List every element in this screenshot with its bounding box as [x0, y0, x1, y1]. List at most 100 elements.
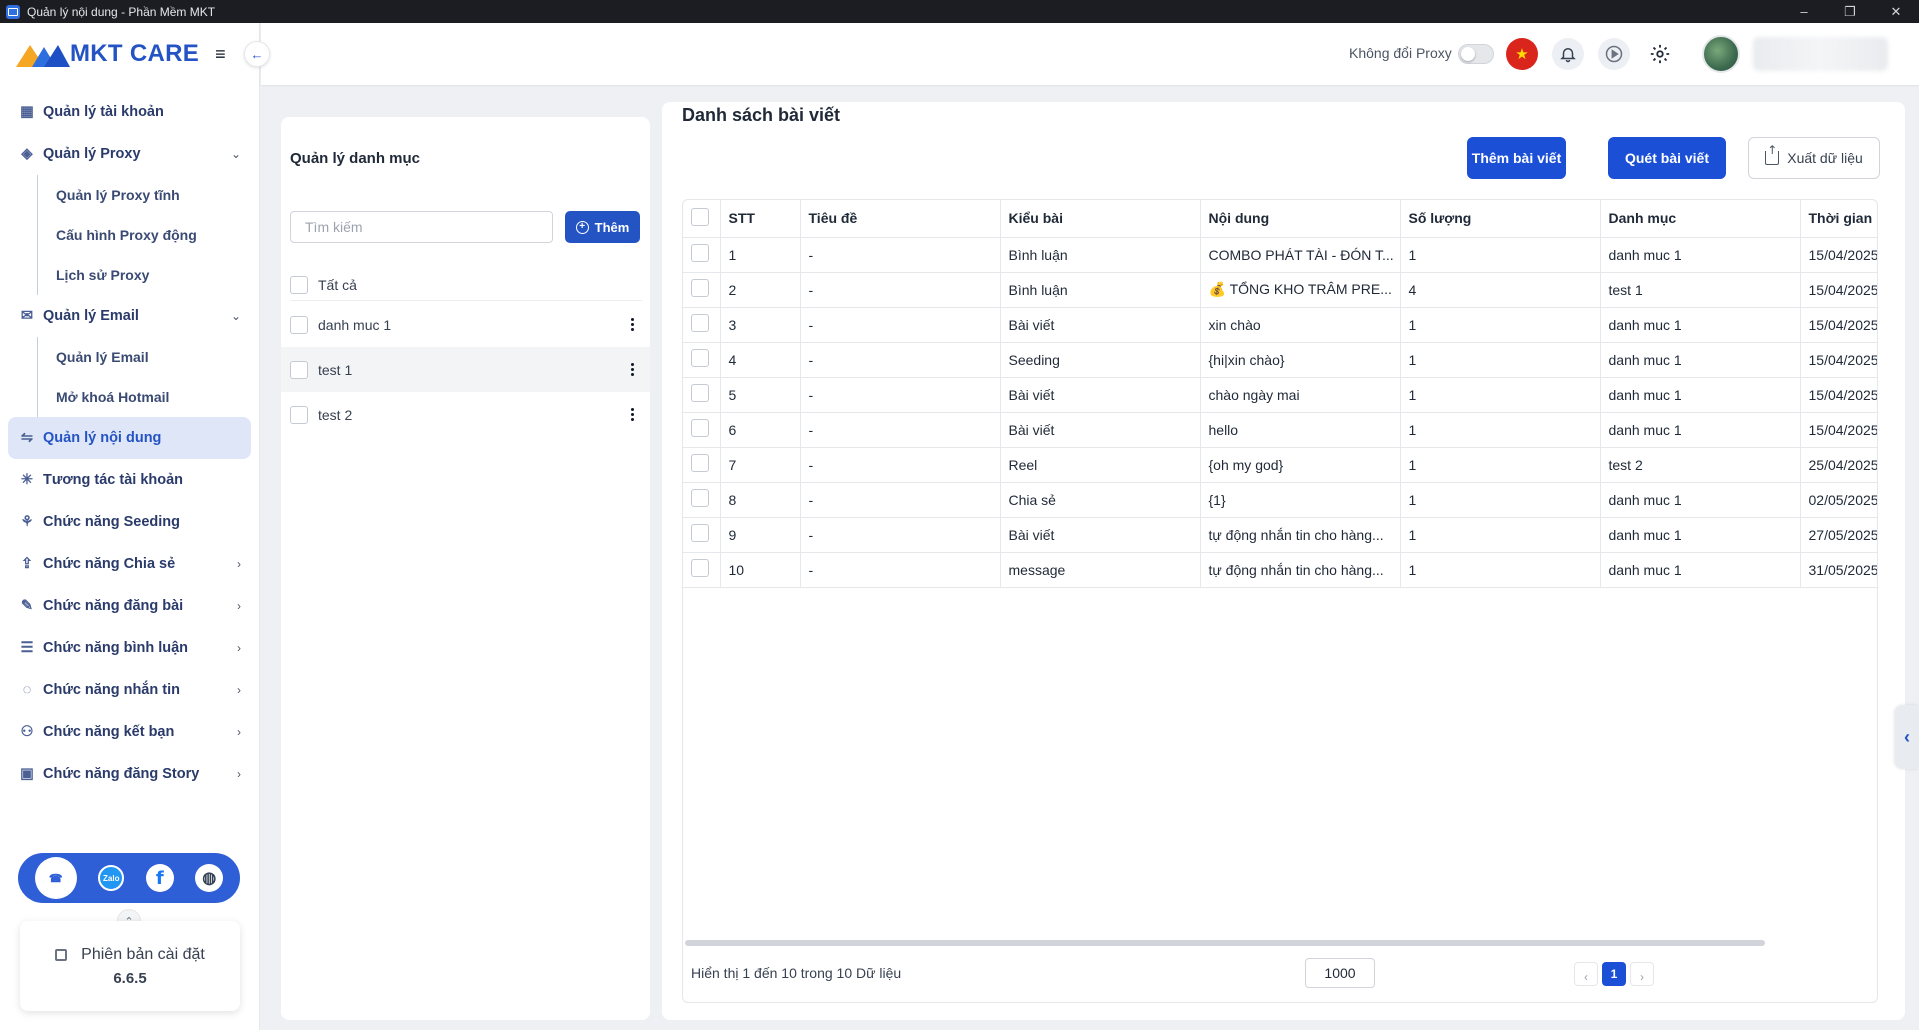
row-checkbox[interactable]: [691, 384, 709, 402]
sidebar-item-email-manage[interactable]: Quản lý Email: [38, 337, 259, 377]
window-title: Quản lý nội dung - Phần Mềm MKT: [27, 4, 216, 19]
column-header-category[interactable]: Danh mục: [1600, 200, 1801, 238]
sidebar-item-proxy-history[interactable]: Lịch sử Proxy: [38, 255, 259, 295]
export-data-button[interactable]: Xuất dữ liệu: [1748, 137, 1880, 179]
more-vertical-icon[interactable]: [628, 318, 636, 331]
row-checkbox[interactable]: [691, 244, 709, 262]
table-row[interactable]: 2- Bình luận 💰 TỔNG KHO TRÂM PRE... 4 test 1…: [683, 272, 1877, 308]
checkbox[interactable]: [290, 360, 308, 379]
sidebar-item-email[interactable]: ✉ Quản lý Email ⌄: [0, 295, 259, 337]
collapse-sidebar-button[interactable]: ←: [244, 41, 270, 67]
column-header-time[interactable]: Thời gian: [1800, 200, 1877, 238]
gear-icon[interactable]: [1644, 38, 1676, 70]
maximize-button[interactable]: ❐: [1827, 0, 1873, 23]
cell-time: 15/04/2025: [1800, 412, 1877, 448]
sidebar-item-seeding[interactable]: ⚘ Chức năng Seeding: [0, 501, 259, 543]
row-checkbox[interactable]: [691, 314, 709, 332]
user-name-blurred[interactable]: [1753, 37, 1888, 71]
table-row[interactable]: 4- Seeding {hi|xin chào} 1 danh muc 1 15/04/2…: [683, 342, 1877, 378]
table-row[interactable]: 8- Chia sẻ {1} 1 danh muc 1 02/05/2025: [683, 482, 1877, 518]
cell-category: test 2: [1600, 447, 1801, 483]
add-post-button[interactable]: Thêm bài viết: [1467, 137, 1566, 179]
hamburger-menu-icon[interactable]: ≡: [215, 44, 226, 65]
column-header-type[interactable]: Kiểu bài: [1000, 200, 1201, 238]
play-icon[interactable]: [1598, 38, 1630, 70]
headset-icon[interactable]: ☎: [34, 857, 77, 899]
row-select-cell: [683, 377, 721, 413]
checkbox[interactable]: [290, 275, 308, 294]
content-icon: ⇋: [20, 430, 34, 446]
avatar[interactable]: [1702, 35, 1740, 73]
cell-category: danh muc 1: [1600, 482, 1801, 518]
column-header-content[interactable]: Nội dung: [1200, 200, 1401, 238]
sidebar-item-unlock-hotmail[interactable]: Mở khoá Hotmail: [38, 377, 259, 417]
table-header-row: STT Tiêu đề Kiểu bài Nội dung Số lượng D…: [683, 200, 1877, 238]
row-checkbox[interactable]: [691, 349, 709, 367]
sidebar-item-account[interactable]: ▦ Quản lý tài khoản: [0, 91, 259, 133]
sidebar-item-story[interactable]: ▣ Chức năng đăng Story ›: [0, 753, 259, 795]
list-item[interactable]: danh muc 1: [281, 302, 650, 347]
prev-page-button[interactable]: ‹: [1574, 962, 1598, 986]
cell-content: {1}: [1200, 482, 1401, 518]
table-row[interactable]: 5- Bài viết chào ngày mai 1 danh muc 1 15/04/…: [683, 377, 1877, 413]
scan-post-button[interactable]: Quét bài viết: [1608, 137, 1726, 179]
sidebar-item-post[interactable]: ✎ Chức năng đăng bài ›: [0, 585, 259, 627]
sidebar-item-content[interactable]: ⇋ Quản lý nội dung: [8, 417, 251, 459]
row-checkbox[interactable]: [691, 454, 709, 472]
proxy-toggle[interactable]: [1458, 44, 1494, 64]
vietnam-flag-icon[interactable]: ★: [1506, 38, 1538, 70]
checkbox[interactable]: [290, 405, 308, 424]
table-row[interactable]: 7- Reel {oh my god} 1 test 2 25/04/2025: [683, 447, 1877, 483]
table-row[interactable]: 10- message tự động nhắn tin cho hàng... 1 d…: [683, 552, 1877, 588]
more-vertical-icon[interactable]: [628, 408, 636, 421]
zalo-icon[interactable]: Zalo: [98, 865, 125, 891]
sidebar-item-interaction[interactable]: ✳ Tương tác tài khoản: [0, 459, 259, 501]
globe-icon[interactable]: ◍: [195, 864, 224, 892]
column-header-stt[interactable]: STT: [720, 200, 801, 238]
horizontal-scrollbar[interactable]: [685, 940, 1765, 946]
category-all-row[interactable]: Tất cả: [290, 269, 642, 301]
next-page-button[interactable]: ›: [1630, 962, 1654, 986]
row-checkbox[interactable]: [691, 279, 709, 297]
checkbox[interactable]: [290, 315, 308, 334]
proxy-submenu: Quản lý Proxy tĩnh Cấu hình Proxy động L…: [37, 175, 259, 295]
sidebar-item-message[interactable]: ◌ Chức năng nhắn tin ›: [0, 669, 259, 711]
cell-title: -: [800, 552, 1001, 588]
column-header-title[interactable]: Tiêu đề: [800, 200, 1001, 238]
cell-time: 15/04/2025: [1800, 377, 1877, 413]
row-checkbox[interactable]: [691, 419, 709, 437]
sidebar-item-proxy[interactable]: ◈ Quản lý Proxy ⌄: [0, 133, 259, 175]
cell-stt: 5: [720, 377, 801, 413]
row-checkbox[interactable]: [691, 559, 709, 577]
sidebar-item-label: Chức năng đăng bài: [43, 598, 184, 614]
list-item[interactable]: test 2: [281, 392, 650, 437]
sidebar-item-comment[interactable]: ☰ Chức năng bình luận ›: [0, 627, 259, 669]
more-vertical-icon[interactable]: [628, 363, 636, 376]
cell-content: {oh my god}: [1200, 447, 1401, 483]
page-button-current[interactable]: 1: [1602, 962, 1626, 986]
close-button[interactable]: ✕: [1873, 0, 1919, 23]
page-size-select[interactable]: 1000: [1305, 958, 1375, 988]
table-row[interactable]: 3- Bài viết xin chào 1 danh muc 1 15/04/2025: [683, 307, 1877, 343]
table-row[interactable]: 6- Bài viết hello 1 danh muc 1 15/04/2025: [683, 412, 1877, 448]
chevron-right-icon: ›: [237, 767, 241, 781]
row-checkbox[interactable]: [691, 489, 709, 507]
sidebar-item-dynamic-proxy[interactable]: Cấu hình Proxy động: [38, 215, 259, 255]
chevron-left-icon[interactable]: ‹: [1895, 705, 1919, 769]
category-search-input[interactable]: [290, 211, 553, 243]
facebook-icon[interactable]: f: [145, 864, 174, 892]
minimize-button[interactable]: –: [1781, 0, 1827, 23]
row-checkbox[interactable]: [691, 524, 709, 542]
column-header-quantity[interactable]: Số lượng: [1400, 200, 1601, 238]
list-item[interactable]: test 1: [281, 347, 650, 392]
cell-time: 15/04/2025: [1800, 237, 1877, 273]
sidebar-item-static-proxy[interactable]: Quản lý Proxy tĩnh: [38, 175, 259, 215]
table-row[interactable]: 1- Bình luận COMBO PHÁT TÀI - ĐÓN T... 1 dan…: [683, 237, 1877, 273]
sidebar-item-share[interactable]: ⇪ Chức năng Chia sẻ ›: [0, 543, 259, 585]
bell-icon[interactable]: [1552, 38, 1584, 70]
add-category-button[interactable]: + Thêm: [565, 211, 640, 243]
sidebar-nav: ▦ Quản lý tài khoản ◈ Quản lý Proxy ⌄ Qu…: [0, 85, 259, 795]
table-row[interactable]: 9- Bài viết tự động nhắn tin cho hàng... 1 d…: [683, 517, 1877, 553]
select-all-checkbox[interactable]: [691, 207, 709, 226]
sidebar-item-add-friend[interactable]: ⚇ Chức năng kết bạn ›: [0, 711, 259, 753]
